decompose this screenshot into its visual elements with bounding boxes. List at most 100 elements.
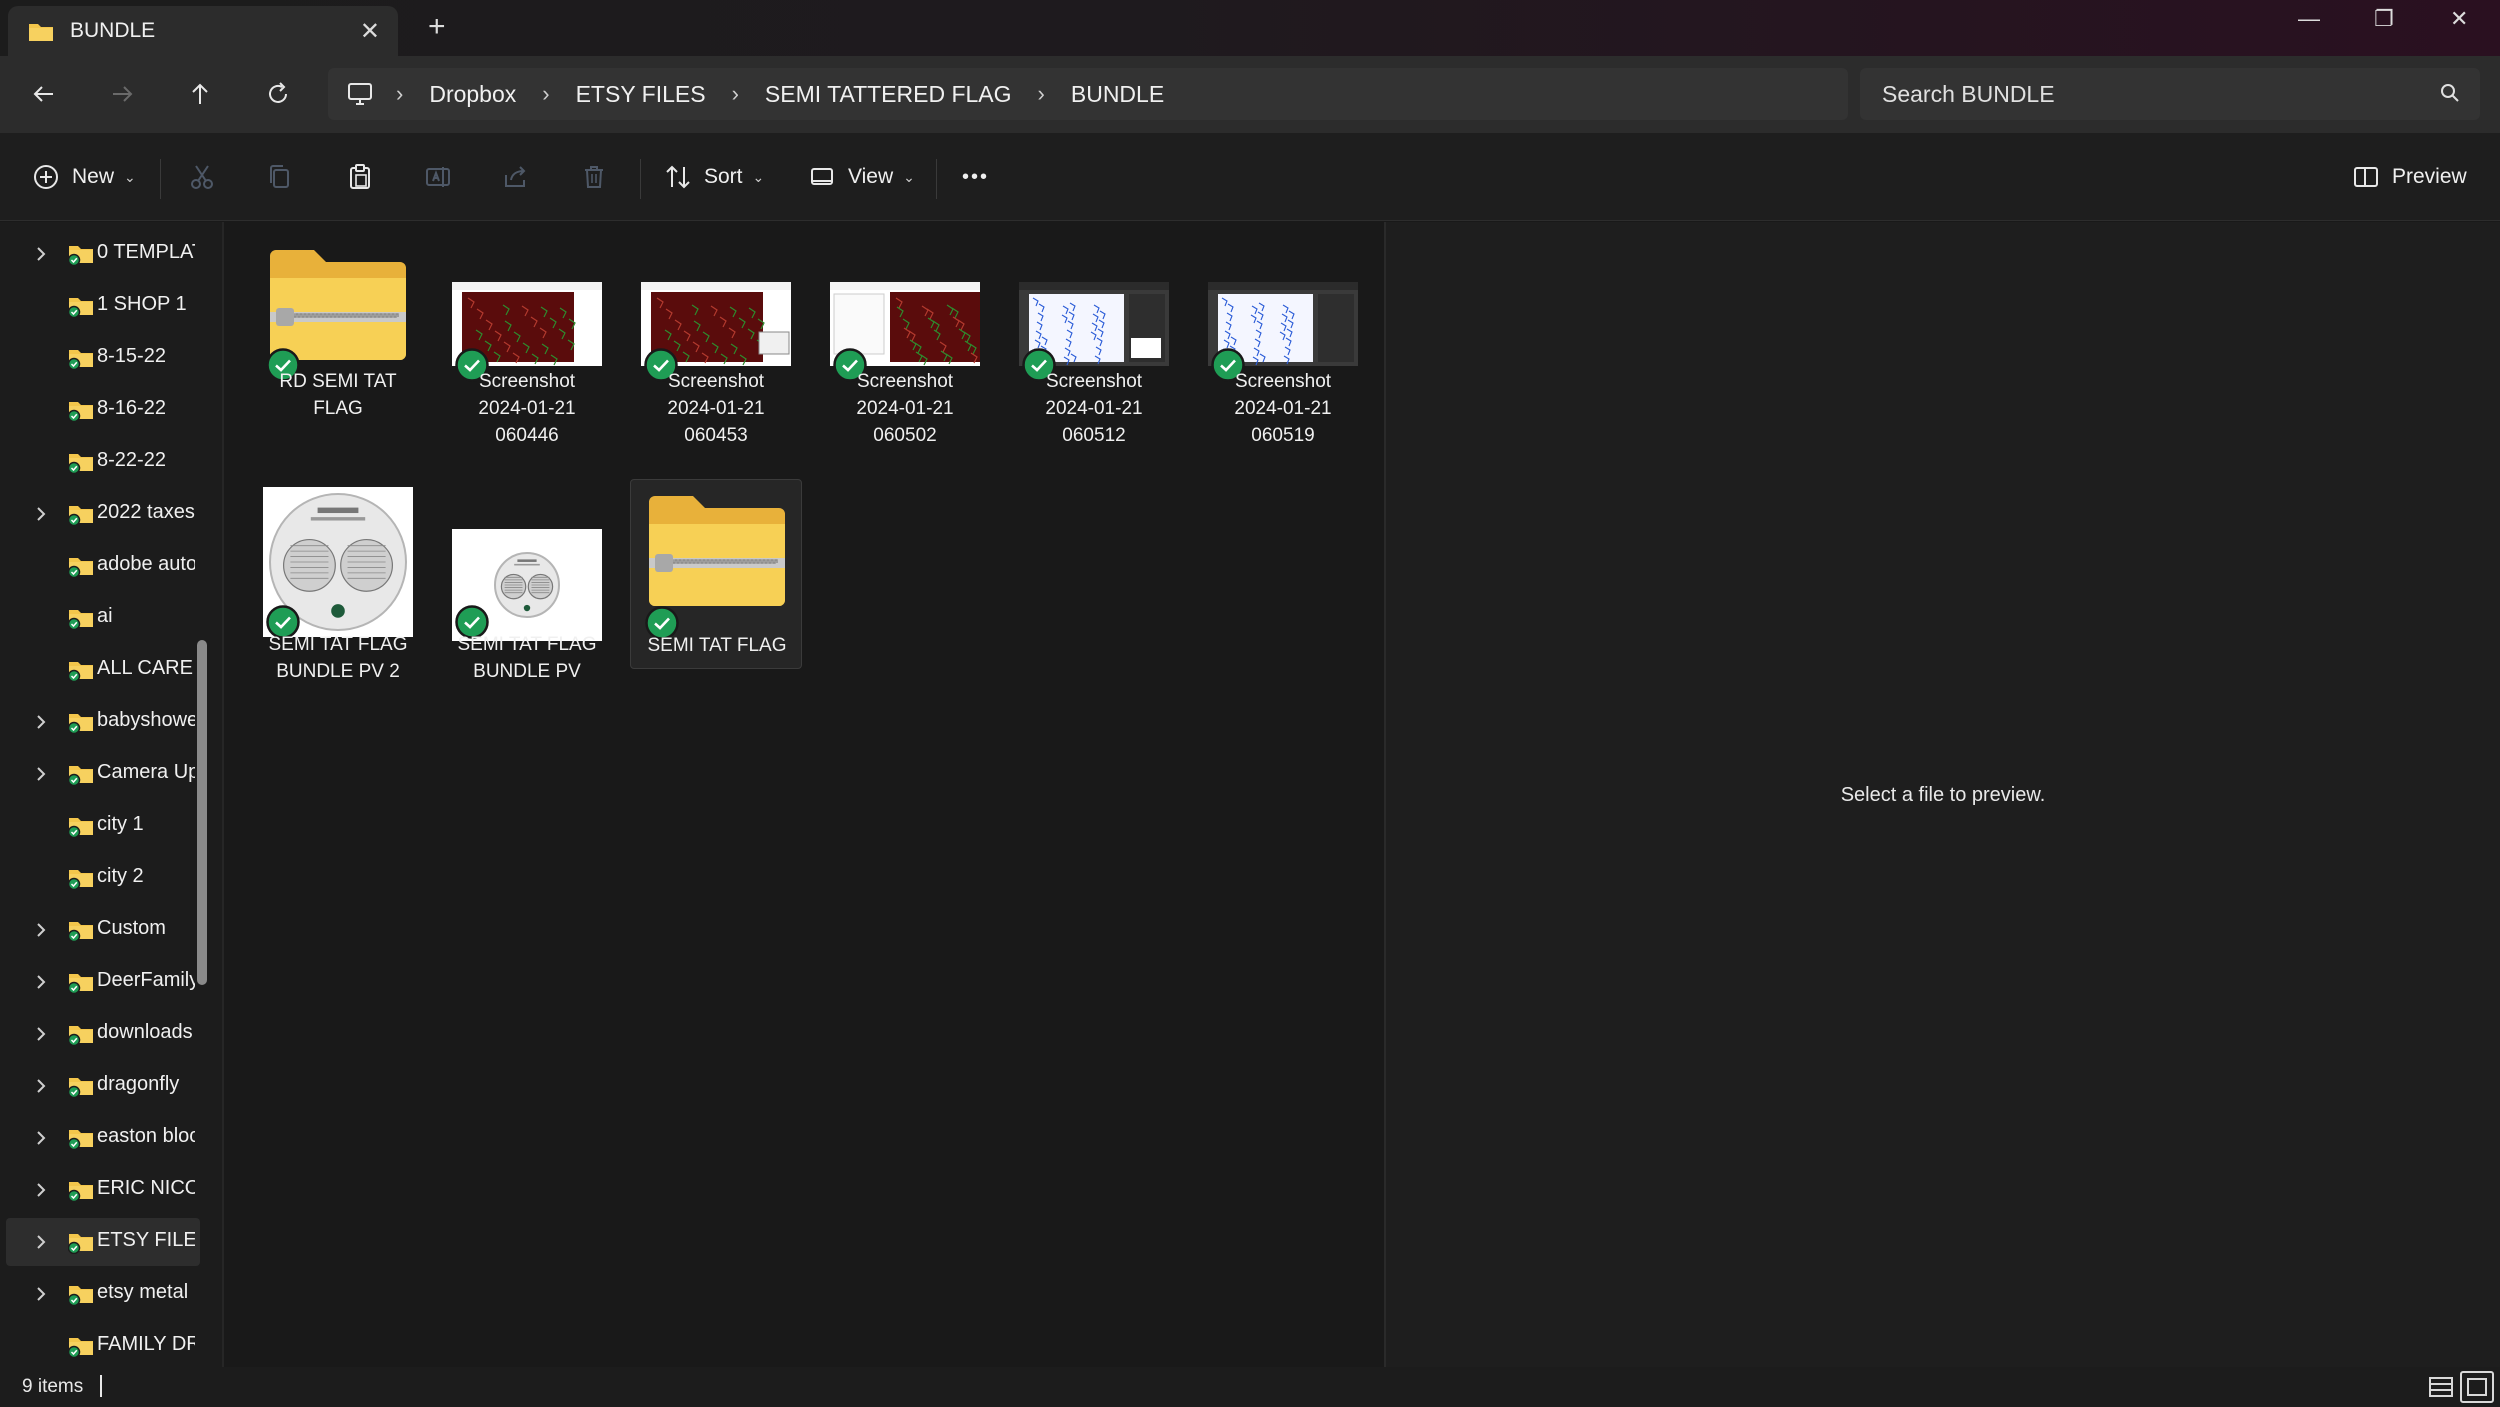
sidebar-item-label: 8-15-22 bbox=[97, 345, 166, 367]
search-input[interactable]: Search BUNDLE bbox=[1882, 81, 2055, 108]
sidebar-item-2022-taxes[interactable]: 2022 taxes bbox=[0, 490, 200, 538]
sidebar-scrollbar-thumb[interactable] bbox=[197, 640, 207, 985]
sidebar-item-city-1[interactable]: city 1 bbox=[0, 802, 200, 850]
sidebar-item-label: Custom bbox=[97, 917, 166, 939]
search-icon[interactable] bbox=[2438, 81, 2462, 105]
new-button[interactable]: New ⌄ bbox=[32, 155, 136, 199]
sidebar-item-adobe-auto[interactable]: adobe auto bbox=[0, 542, 200, 590]
sidebar-item-8-16-22[interactable]: 8-16-22 bbox=[0, 386, 200, 434]
sidebar-item-0-templat[interactable]: 0 TEMPLAT bbox=[0, 230, 200, 278]
file-item[interactable]: Screenshot 2024-01-21 060512 bbox=[1008, 238, 1180, 446]
minimize-button[interactable]: — bbox=[2298, 6, 2320, 32]
sort-button[interactable]: Sort ⌄ bbox=[664, 155, 764, 199]
file-item[interactable]: Screenshot 2024-01-21 060453 bbox=[630, 238, 802, 446]
file-name-line: 060512 bbox=[1062, 425, 1126, 446]
breadcrumb-etsy-files[interactable]: ETSY FILES bbox=[558, 81, 724, 108]
details-view-button[interactable] bbox=[2424, 1371, 2458, 1403]
close-tab-icon[interactable]: ✕ bbox=[360, 17, 380, 46]
breadcrumb-separator[interactable]: › bbox=[534, 81, 557, 107]
address-bar[interactable]: › Dropbox › ETSY FILES › SEMI TATTERED F… bbox=[328, 68, 1848, 120]
file-item[interactable]: Screenshot 2024-01-21 060502 bbox=[819, 238, 991, 446]
sidebar-item-dragonfly[interactable]: dragonfly bbox=[0, 1062, 200, 1110]
sidebar-item-label: babyshowe bbox=[97, 709, 195, 731]
synced-folder-icon bbox=[68, 246, 93, 266]
file-item[interactable]: SEMI TAT FLAG BUNDLE PV bbox=[441, 479, 613, 682]
chevron-right-icon[interactable] bbox=[34, 920, 48, 940]
file-item[interactable]: SEMI TAT FLAG BUNDLE PV 2 bbox=[252, 479, 424, 682]
refresh-button[interactable] bbox=[256, 72, 300, 116]
file-item[interactable]: Screenshot 2024-01-21 060519 bbox=[1197, 238, 1369, 446]
sidebar-item-ai[interactable]: ai bbox=[0, 594, 200, 642]
sidebar-item-all-care[interactable]: ALL CARE bbox=[0, 646, 200, 694]
sidebar-item-etsy-metal[interactable]: etsy metal bbox=[0, 1270, 200, 1318]
chevron-right-icon[interactable] bbox=[34, 1180, 48, 1200]
file-name-line: 060453 bbox=[684, 425, 748, 446]
toolbar-divider bbox=[160, 159, 161, 199]
chevron-right-icon[interactable] bbox=[34, 244, 48, 264]
sidebar-item-city-2[interactable]: city 2 bbox=[0, 854, 200, 902]
cut-button[interactable] bbox=[188, 155, 216, 199]
sidebar-item-label: ERIC NICOI bbox=[97, 1177, 195, 1199]
sidebar-item-1-shop-1[interactable]: 1 SHOP 1 bbox=[0, 282, 200, 330]
chevron-right-icon[interactable] bbox=[34, 1128, 48, 1148]
sidebar-item-easton-bloc[interactable]: easton bloc bbox=[0, 1114, 200, 1162]
sidebar-item-label: adobe auto bbox=[97, 553, 195, 575]
file-name: SEMI TAT FLAG BUNDLE PV bbox=[441, 631, 613, 685]
sidebar-item-eric-nicoi[interactable]: ERIC NICOI bbox=[0, 1166, 200, 1214]
sidebar-item-etsy-files[interactable]: ETSY FILES bbox=[6, 1218, 200, 1266]
large-icons-view-button[interactable] bbox=[2460, 1371, 2494, 1403]
sidebar-item-deerfamily[interactable]: DeerFamily bbox=[0, 958, 200, 1006]
sidebar-item-babyshowe[interactable]: babyshowe bbox=[0, 698, 200, 746]
view-button[interactable]: View ⌄ bbox=[808, 155, 915, 199]
chevron-right-icon[interactable] bbox=[34, 1076, 48, 1096]
folder-icon bbox=[29, 24, 53, 41]
chevron-right-icon[interactable] bbox=[34, 712, 48, 732]
paste-button[interactable] bbox=[346, 155, 374, 199]
sort-icon bbox=[666, 165, 690, 189]
rename-button[interactable] bbox=[424, 155, 452, 199]
file-thumbnail[interactable] bbox=[645, 494, 789, 615]
breadcrumb-semi-tattered-flag[interactable]: SEMI TATTERED FLAG bbox=[747, 81, 1030, 108]
share-button[interactable] bbox=[502, 155, 530, 199]
file-name: RD SEMI TAT FLAG bbox=[252, 368, 424, 422]
sidebar-item-custom[interactable]: Custom bbox=[0, 906, 200, 954]
file-name-line: 2024-01-21 bbox=[667, 398, 765, 419]
file-item[interactable]: Screenshot 2024-01-21 060446 bbox=[441, 238, 613, 446]
synced-folder-icon bbox=[68, 1286, 93, 1306]
chevron-right-icon[interactable] bbox=[34, 1232, 48, 1252]
preview-pane-button[interactable]: Preview bbox=[2352, 155, 2467, 199]
sidebar-item-8-15-22[interactable]: 8-15-22 bbox=[0, 334, 200, 382]
file-name-line: 2024-01-21 bbox=[856, 398, 954, 419]
more-options-button[interactable]: ••• bbox=[962, 155, 989, 199]
new-tab-button[interactable]: + bbox=[428, 10, 446, 44]
sidebar-item-downloads[interactable]: downloads bbox=[0, 1010, 200, 1058]
back-button[interactable] bbox=[22, 72, 66, 116]
file-name-line: 060519 bbox=[1251, 425, 1315, 446]
restore-button[interactable]: ❐ bbox=[2374, 6, 2394, 32]
synced-folder-icon bbox=[68, 714, 93, 734]
forward-button[interactable] bbox=[100, 72, 144, 116]
chevron-right-icon[interactable] bbox=[34, 1284, 48, 1304]
file-item[interactable]: RD SEMI TAT FLAG bbox=[252, 238, 424, 428]
chevron-right-icon[interactable] bbox=[34, 1024, 48, 1044]
file-item[interactable]: SEMI TAT FLAG bbox=[630, 479, 802, 669]
search-box[interactable]: Search BUNDLE bbox=[1860, 68, 2480, 120]
file-name-line: Screenshot bbox=[1234, 371, 1332, 392]
chevron-right-icon[interactable] bbox=[34, 764, 48, 784]
chevron-right-icon[interactable] bbox=[34, 504, 48, 524]
close-window-button[interactable]: ✕ bbox=[2450, 6, 2468, 32]
breadcrumb-separator[interactable]: › bbox=[724, 81, 747, 107]
up-button[interactable] bbox=[178, 72, 222, 116]
breadcrumb-bundle[interactable]: BUNDLE bbox=[1053, 81, 1182, 108]
sidebar-item-label: 2022 taxes bbox=[97, 501, 195, 523]
breadcrumb-dropbox[interactable]: Dropbox bbox=[411, 81, 534, 108]
copy-button[interactable] bbox=[266, 155, 294, 199]
breadcrumb-separator[interactable]: › bbox=[1030, 81, 1053, 107]
chevron-right-icon[interactable] bbox=[34, 972, 48, 992]
sidebar-item-family-dr[interactable]: FAMILY DR bbox=[0, 1322, 200, 1367]
breadcrumb-separator[interactable]: › bbox=[374, 81, 411, 107]
sidebar-item-8-22-22[interactable]: 8-22-22 bbox=[0, 438, 200, 486]
delete-button[interactable] bbox=[580, 155, 608, 199]
sidebar-item-camera-up[interactable]: Camera Up bbox=[0, 750, 200, 798]
tab-bundle[interactable]: BUNDLE ✕ bbox=[8, 6, 398, 56]
